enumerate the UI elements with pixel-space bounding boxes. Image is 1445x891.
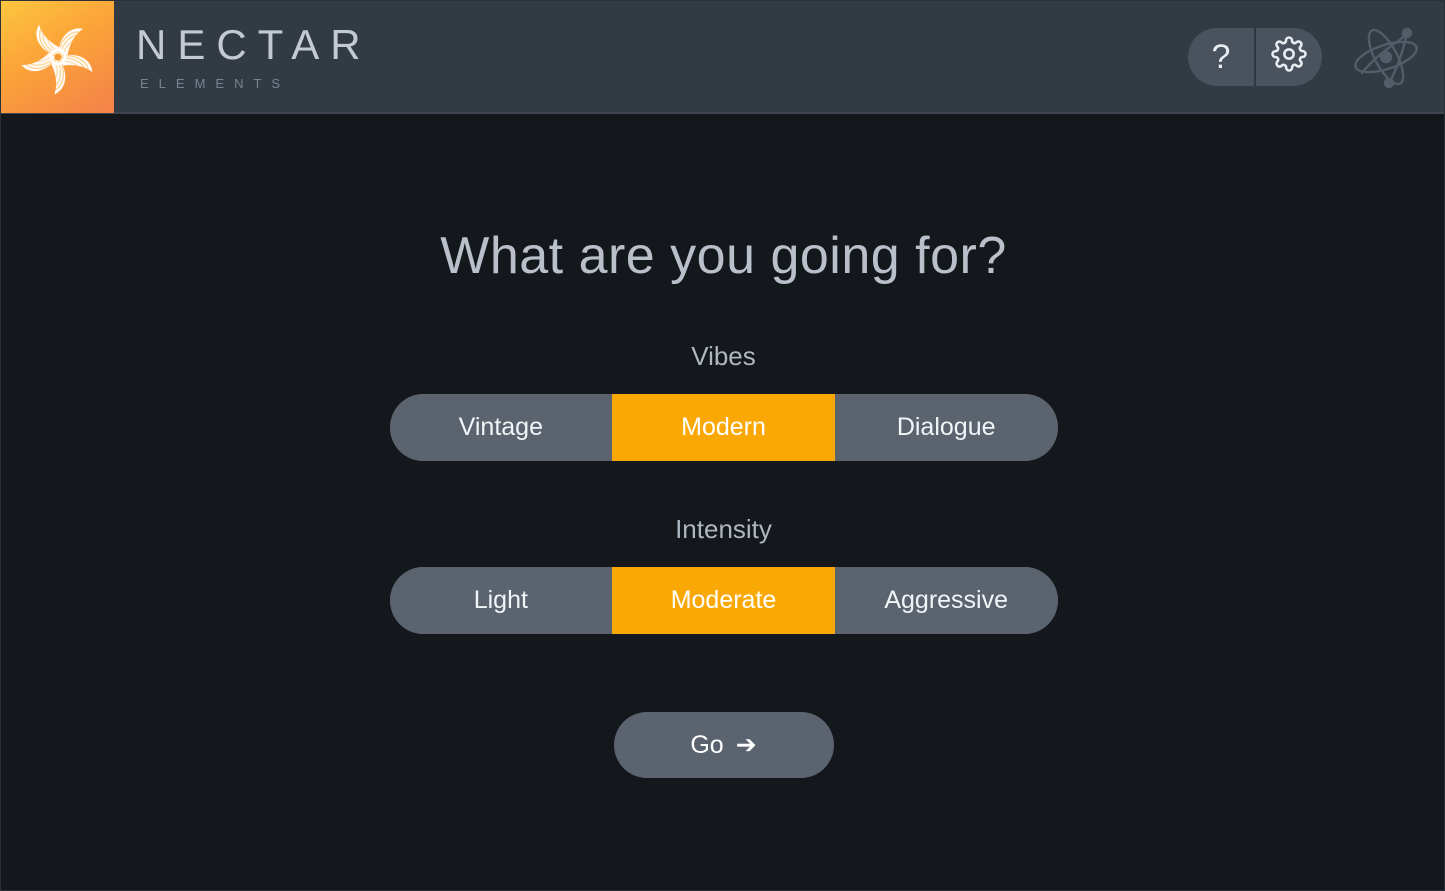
option-group-vibes: Vibes Vintage Modern Dialogue [389,341,1058,461]
atom-scribble-decoration [1344,15,1428,99]
go-button-label: Go [690,730,724,759]
help-question-icon: ? [1211,37,1231,76]
segment-moderate[interactable]: Moderate [612,567,835,634]
group-label-intensity: Intensity [675,514,772,544]
page-title: What are you going for? [440,227,1007,285]
segment-dialogue[interactable]: Dialogue [834,394,1058,461]
go-button[interactable]: Go ➔ [613,712,834,778]
option-group-intensity: Intensity Light Moderate Aggressive [389,514,1058,634]
help-button[interactable]: ? [1188,28,1254,86]
brand-title: NECTAR [136,20,372,68]
segment-modern[interactable]: Modern [612,394,835,461]
settings-button[interactable] [1254,27,1322,86]
segment-light[interactable]: Light [389,567,613,634]
segment-aggressive[interactable]: Aggressive [834,567,1058,634]
brand-subtitle: ELEMENTS [140,75,291,91]
gear-settings-icon [1271,36,1307,77]
segmented-control-vibes: Vintage Modern Dialogue [389,394,1058,461]
header-icon-pill: ? [1188,27,1322,86]
segmented-control-intensity: Light Moderate Aggressive [389,567,1058,634]
nectar-elements-window: NECTAR ELEMENTS ? What are you going for… [0,0,1445,891]
main-content: What are you going for? Vibes Vintage Mo… [1,114,1444,890]
app-header: NECTAR ELEMENTS ? [1,1,1444,114]
brand-block: NECTAR ELEMENTS [136,20,372,91]
segment-vintage[interactable]: Vintage [389,394,613,461]
nectar-pinwheel-logo [1,1,114,113]
arrow-right-icon: ➔ [735,730,757,759]
header-actions: ? [1188,15,1444,99]
group-label-vibes: Vibes [691,341,756,371]
